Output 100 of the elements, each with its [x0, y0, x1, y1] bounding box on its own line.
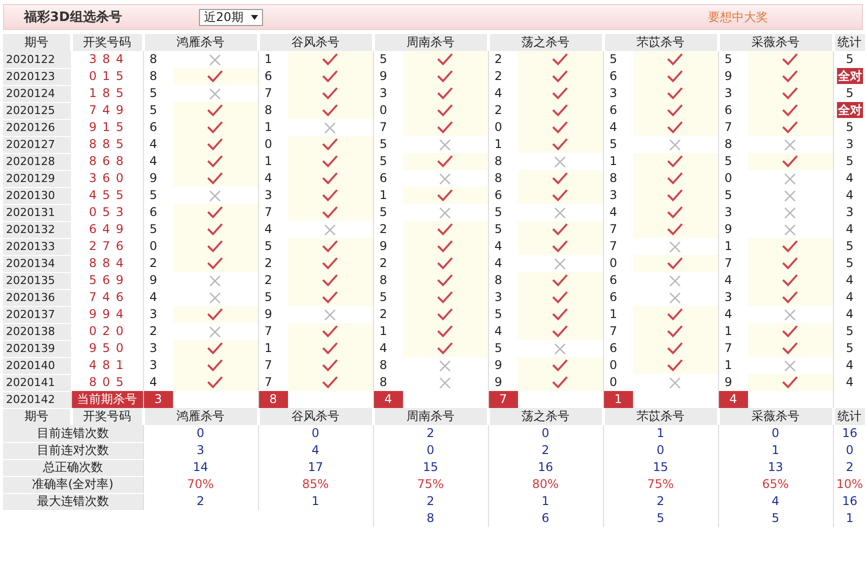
column-header: 谷风杀号 — [258, 34, 373, 51]
column-header: 开奖号码 — [71, 34, 143, 51]
stat-value: 2 — [833, 459, 866, 476]
stat-value: 65% — [718, 476, 833, 493]
promo-text: 要想中大奖 — [708, 8, 768, 26]
period-cell: 2020140 — [3, 357, 71, 374]
stat-count: 4 — [833, 187, 866, 204]
stat-value: 75% — [373, 476, 488, 493]
stat-value: 8 — [373, 510, 488, 527]
column-header: 荡之杀号 — [488, 408, 603, 425]
stat-count: 5 — [833, 119, 866, 136]
period-select[interactable]: 近20期 — [199, 8, 264, 26]
stat-count: 4 — [833, 170, 866, 187]
stat-value: 6 — [488, 510, 603, 527]
stat-label: 准确率(全对率) — [3, 476, 143, 493]
stat-count: 4 — [833, 289, 866, 306]
stat-count: 5 — [833, 323, 866, 340]
stat-value: 16 — [488, 459, 603, 476]
stat-count: 4 — [833, 357, 866, 374]
stat-value: 3 — [143, 442, 258, 459]
stat-value: 0 — [718, 425, 833, 442]
current-kill-number: 7 — [488, 391, 518, 408]
stat-value: 15 — [603, 459, 718, 476]
draw-numbers: 9 9 4 — [71, 306, 143, 323]
draw-numbers: 8 8 4 — [71, 255, 143, 272]
draw-numbers: 7 4 6 — [71, 289, 143, 306]
period-cell: 2020129 — [3, 170, 71, 187]
current-kill-number: 1 — [603, 391, 633, 408]
column-header: 采薇杀号 — [718, 34, 833, 51]
column-header: 统计 — [833, 408, 866, 425]
period-cell: 2020122 — [3, 51, 71, 68]
period-cell: 2020135 — [3, 272, 71, 289]
stat-value: 0 — [258, 425, 373, 442]
stat-value: 10% — [833, 476, 866, 493]
stat-count: 4 — [833, 374, 866, 391]
column-header: 谷风杀号 — [258, 408, 373, 425]
draw-numbers: 6 4 9 — [71, 221, 143, 238]
stat-value: 13 — [718, 459, 833, 476]
stat-value: 2 — [373, 425, 488, 442]
stat-count: 5 — [833, 153, 866, 170]
period-cell: 2020124 — [3, 85, 71, 102]
column-header: 芣苡杀号 — [603, 34, 718, 51]
stat-count: 5 — [833, 238, 866, 255]
draw-numbers: 8 6 8 — [71, 153, 143, 170]
period-cell: 2020125 — [3, 102, 71, 119]
stat-value: 2 — [488, 442, 603, 459]
draw-numbers: 0 5 3 — [71, 204, 143, 221]
period-cell: 2020123 — [3, 68, 71, 85]
draw-numbers: 8 0 5 — [71, 374, 143, 391]
stat-value: 0 — [373, 442, 488, 459]
current-kill-label: 当前期杀号 — [71, 391, 143, 408]
stat-value: 4 — [258, 442, 373, 459]
stat-count: 4 — [833, 272, 866, 289]
stat-value: 2 — [143, 493, 258, 510]
stat-count: 4 — [833, 221, 866, 238]
period-cell: 2020141 — [3, 374, 71, 391]
stat-count: 5 — [833, 340, 866, 357]
current-kill-number: 4 — [373, 391, 403, 408]
all-correct-badge: 全对 — [836, 102, 863, 118]
stat-value: 0 — [603, 442, 718, 459]
period-cell: 2020137 — [3, 306, 71, 323]
stat-count: 5 — [833, 255, 866, 272]
column-header: 期号 — [3, 408, 71, 425]
column-header: 周南杀号 — [373, 34, 488, 51]
stat-value: 1 — [488, 493, 603, 510]
draw-numbers: 3 6 0 — [71, 170, 143, 187]
period-cell: 2020126 — [3, 119, 71, 136]
draw-numbers: 3 8 4 — [71, 51, 143, 68]
stat-value: 1 — [833, 510, 866, 527]
stat-value: 0 — [833, 442, 866, 459]
stat-value: 1 — [718, 442, 833, 459]
current-kill-number: 8 — [258, 391, 288, 408]
draw-numbers: 4 5 5 — [71, 187, 143, 204]
column-header: 鸿雁杀号 — [143, 408, 258, 425]
period-cell: 2020127 — [3, 136, 71, 153]
column-header: 期号 — [3, 34, 71, 51]
stat-value: 2 — [603, 493, 718, 510]
period-cell: 2020130 — [3, 187, 71, 204]
stat-value: 4 — [718, 493, 833, 510]
stat-value: 1 — [258, 493, 373, 510]
draw-numbers: 8 8 5 — [71, 136, 143, 153]
draw-numbers: 0 1 5 — [71, 68, 143, 85]
stat-count: 3 — [833, 136, 866, 153]
all-correct-badge: 全对 — [836, 68, 863, 84]
draw-numbers: 7 4 9 — [71, 102, 143, 119]
stat-value: 16 — [833, 425, 866, 442]
stat-value: 75% — [603, 476, 718, 493]
draw-numbers: 0 2 0 — [71, 323, 143, 340]
stat-label: 最大连错次数 — [3, 493, 143, 510]
column-header: 开奖号码 — [71, 408, 143, 425]
stat-count: 4 — [833, 306, 866, 323]
stat-value: 0 — [143, 425, 258, 442]
column-header: 周南杀号 — [373, 408, 488, 425]
period-cell: 2020128 — [3, 153, 71, 170]
period-cell: 2020133 — [3, 238, 71, 255]
stat-label: 目前连错次数 — [3, 425, 143, 442]
column-header: 荡之杀号 — [488, 34, 603, 51]
period-cell: 2020139 — [3, 340, 71, 357]
stat-value: 1 — [603, 425, 718, 442]
draw-numbers: 9 5 0 — [71, 340, 143, 357]
